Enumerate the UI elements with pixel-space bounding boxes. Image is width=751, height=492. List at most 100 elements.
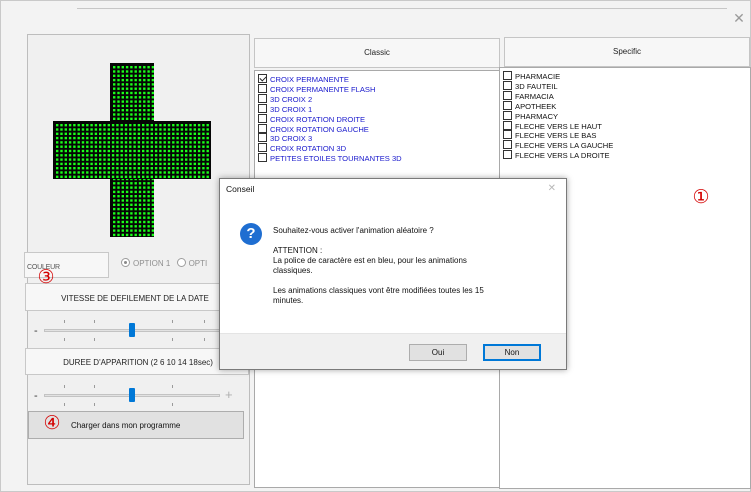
window-close-icon[interactable]: ✕ (731, 10, 747, 26)
classic-header: Classic (254, 38, 500, 68)
radio-on-icon (121, 258, 130, 267)
checkbox-icon[interactable] (258, 133, 267, 143)
dialog-line-3a: Les animations classiques vont être modi… (273, 286, 484, 295)
classic-header-label: Classic (364, 48, 390, 57)
slider-tick (172, 403, 173, 406)
duree-label: DUREE D'APPARITION (2 6 10 14 18sec) (63, 358, 213, 367)
slider-tick (204, 338, 205, 341)
option-1-label: OPTION 1 (133, 259, 171, 268)
classic-list-item[interactable]: 3D CROIX 2 (258, 93, 313, 104)
list-item-label: PHARMACIE (515, 72, 561, 81)
charger-button-label: Charger dans mon programme (71, 421, 181, 430)
minus-icon: - (34, 325, 38, 337)
option-radio-group: OPTION 1 OPTI (121, 258, 231, 272)
specific-list-item[interactable]: 3D FAUTEIL (503, 80, 558, 91)
classic-list-item[interactable]: CROIX ROTATION 3D (258, 143, 346, 153)
radio-off-icon (176, 258, 186, 267)
checkbox-icon[interactable] (258, 123, 267, 133)
classic-list-item[interactable]: CROIX PERMANENTE (258, 74, 349, 84)
checkbox-icon[interactable] (503, 140, 512, 150)
checkbox-icon[interactable] (258, 113, 267, 123)
dialog-title: Conseil (226, 184, 255, 194)
list-item-label: 3D CROIX 3 (270, 134, 313, 144)
classic-list-item[interactable]: CROIX PERMANENTE FLASH (258, 83, 376, 94)
checkbox-icon[interactable] (503, 100, 512, 110)
cross-horizontal-bar (53, 121, 211, 179)
classic-list-item[interactable]: CROIX ROTATION DROITE (258, 113, 365, 124)
duree-slider[interactable]: - + (34, 385, 244, 407)
vitesse-slider[interactable]: - (34, 320, 244, 342)
title-bar (77, 1, 727, 9)
checkbox-icon[interactable] (503, 120, 512, 130)
slider-tick (94, 403, 95, 406)
slider-tick (64, 338, 65, 341)
checkbox-icon[interactable] (503, 90, 512, 100)
plus-icon[interactable]: + (225, 388, 233, 402)
checkbox-icon[interactable] (258, 143, 267, 153)
classic-list-item[interactable]: CROIX ROTATION GAUCHE (258, 123, 369, 134)
vitesse-label: VITESSE DE DEFILEMENT DE LA DATE (61, 294, 209, 303)
specific-list-item[interactable]: FLECHE VERS LA DROITE (503, 150, 610, 160)
slider-tick (204, 320, 205, 323)
slider-tick (64, 320, 65, 323)
cross-preview (53, 63, 211, 237)
dialog-question: Souhaitez-vous activer l'animation aléat… (273, 226, 434, 235)
specific-list-item[interactable]: FARMACIA (503, 90, 554, 101)
conseil-dialog: Conseil ✕ ? Souhaitez-vous activer l'ani… (219, 178, 567, 370)
specific-list-item[interactable]: FLECHE VERS LE HAUT (503, 120, 602, 131)
checkbox-icon[interactable] (258, 103, 267, 113)
specific-list-item[interactable]: APOTHEEK (503, 100, 557, 111)
dialog-close-icon[interactable]: ✕ (548, 183, 556, 194)
question-icon: ? (240, 223, 262, 245)
dialog-attention: ATTENTION : (273, 246, 323, 255)
specific-list-item[interactable]: PHARMACIE (503, 71, 560, 81)
slider-tick (172, 338, 173, 341)
list-item-label: FLECHE VERS LE HAUT (515, 121, 602, 131)
classic-list-item[interactable]: PETITES ETOILES TOURNANTES 3D (258, 153, 402, 163)
list-item-label: 3D CROIX 2 (270, 94, 313, 104)
vitesse-field: VITESSE DE DEFILEMENT DE LA DATE (25, 283, 249, 311)
duree-field: DUREE D'APPARITION (2 6 10 14 18sec) (25, 348, 249, 375)
list-item-label: 3D CROIX 1 (270, 104, 313, 114)
dialog-footer: Oui Non (220, 333, 566, 369)
list-item-label: FLECHE VERS LE BAS (515, 131, 597, 141)
slider-tick (172, 320, 173, 323)
checkbox-icon[interactable] (503, 71, 512, 80)
list-item-label: PHARMACY (515, 111, 559, 121)
dialog-line-3b: minutes. (273, 296, 304, 305)
dialog-line-2a: La police de caractère est en bleu, pour… (273, 256, 467, 265)
checkbox-icon[interactable] (258, 83, 267, 93)
checkbox-icon[interactable] (258, 153, 267, 163)
checkbox-icon[interactable] (503, 150, 512, 160)
list-item-label: APOTHEEK (515, 101, 557, 111)
slider-tick (64, 403, 65, 406)
minus-icon: - (34, 390, 38, 402)
option-2-radio[interactable]: OPTI (176, 258, 208, 268)
annotation-marker-3: ③ (37, 266, 55, 288)
slider-thumb[interactable] (129, 388, 135, 402)
checkbox-icon[interactable] (503, 130, 512, 140)
specific-list-item[interactable]: PHARMACY (503, 110, 559, 121)
slider-track (44, 329, 244, 332)
checkbox-icon[interactable] (503, 80, 512, 90)
non-button[interactable]: Non (483, 344, 541, 361)
specific-list-item[interactable]: FLECHE VERS LA GAUCHE (503, 140, 613, 150)
checkbox-icon[interactable] (258, 93, 267, 103)
slider-tick (94, 320, 95, 323)
list-item-label: 3D FAUTEIL (515, 81, 558, 91)
option-2-label: OPTI (188, 259, 208, 268)
list-item-label: PETITES ETOILES TOURNANTES 3D (270, 154, 402, 164)
classic-list-item[interactable]: 3D CROIX 1 (258, 103, 313, 114)
slider-thumb[interactable] (129, 323, 135, 337)
oui-button[interactable]: Oui (409, 344, 467, 361)
list-item-label: FARMACIA (515, 91, 554, 101)
list-item-label: CROIX PERMANENTE (270, 75, 349, 84)
checkbox-icon[interactable] (503, 110, 512, 120)
specific-list-item[interactable]: FLECHE VERS LE BAS (503, 130, 596, 140)
classic-list-item[interactable]: 3D CROIX 3 (258, 133, 312, 143)
checkbox-checked-icon[interactable] (258, 74, 267, 83)
app-window: ✕ COULEUR OPTION 1 OPTI VITESSE DE DEFIL… (0, 0, 751, 492)
specific-header: Specific (504, 37, 750, 67)
option-1-radio[interactable]: OPTION 1 (121, 258, 170, 268)
slider-tick (94, 385, 95, 388)
